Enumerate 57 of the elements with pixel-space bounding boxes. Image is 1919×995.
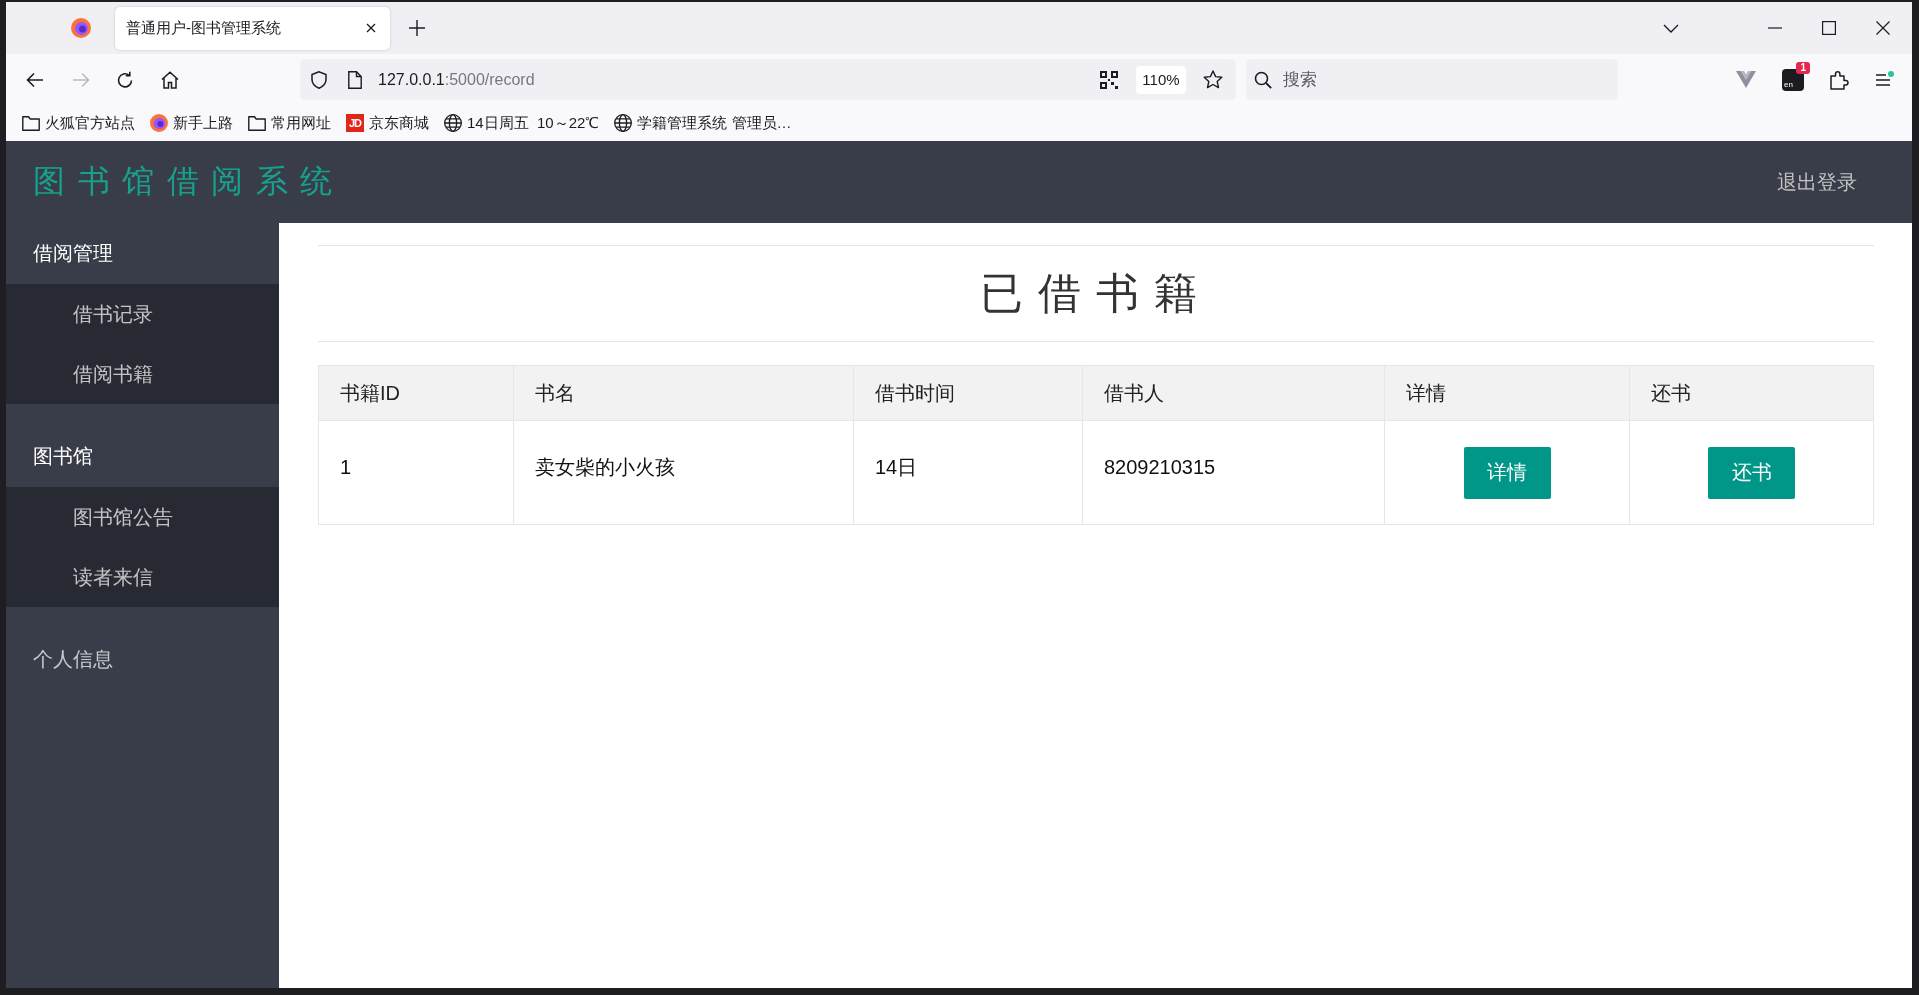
notification-badge: 1 xyxy=(1796,61,1810,74)
bookmark-item[interactable]: 学籍管理系统 管理员… xyxy=(614,113,792,133)
table-cell: 14日 xyxy=(853,420,1083,525)
column-header: 书籍ID xyxy=(318,365,514,421)
bookmark-item[interactable]: 火狐官方站点 xyxy=(22,113,135,133)
nav-item[interactable]: 图书馆 xyxy=(6,426,279,487)
column-header: 详情 xyxy=(1384,365,1630,421)
close-icon[interactable] xyxy=(1876,21,1890,35)
chevron-down-icon[interactable] xyxy=(1663,23,1679,33)
table-cell: 8209210315 xyxy=(1082,420,1385,525)
menu-icon[interactable] xyxy=(1874,71,1894,88)
nav-subitem[interactable]: 借书记录 xyxy=(6,284,279,344)
folder-icon xyxy=(248,115,266,131)
bookmark-item[interactable]: 新手上路 xyxy=(150,113,233,133)
globe-icon xyxy=(444,114,462,132)
search-field[interactable]: 搜索 xyxy=(1246,59,1618,100)
maximize-icon[interactable] xyxy=(1822,21,1836,35)
bookmark-item[interactable]: 14日周五 10～22℃ xyxy=(444,113,600,133)
column-header: 借书时间 xyxy=(853,365,1083,421)
app-title: 图书馆借阅系统 xyxy=(33,162,345,201)
folder-icon xyxy=(22,115,40,131)
address-bar[interactable]: 127.0.0.1:5000/record 110% xyxy=(300,59,1236,100)
nav-item[interactable]: 借阅管理 xyxy=(6,223,279,284)
table-cell: 1 xyxy=(318,420,514,525)
browser-tab[interactable]: 普通用户-图书管理系统 xyxy=(115,6,390,50)
star-icon[interactable] xyxy=(1203,70,1223,89)
column-header: 书名 xyxy=(513,365,854,421)
column-header: 还书 xyxy=(1629,365,1874,421)
browser-logo-icon xyxy=(150,114,168,132)
page-title: 已借书籍 xyxy=(980,267,1212,319)
home-icon[interactable] xyxy=(161,70,179,89)
bookmark-item[interactable]: 常用网址 xyxy=(248,113,331,133)
nav-item[interactable]: 个人信息 xyxy=(6,629,279,690)
qr-code-icon[interactable] xyxy=(1100,70,1118,89)
table-cell: 卖女柴的小火孩 xyxy=(513,420,854,525)
back-arrow-icon[interactable] xyxy=(26,71,44,88)
search-icon xyxy=(1254,70,1272,89)
page-icon xyxy=(348,70,362,89)
browser-logo-icon[interactable] xyxy=(71,18,91,38)
letter-logo: JD xyxy=(346,114,364,132)
zoom-level-button[interactable]: 110% xyxy=(1136,65,1186,94)
close-icon[interactable] xyxy=(366,23,376,33)
nav-subitem[interactable]: 图书馆公告 xyxy=(6,487,279,547)
new-tab-icon[interactable] xyxy=(409,20,425,36)
url-text: 127.0.0.1:5000/record xyxy=(378,70,535,89)
puzzle-icon[interactable] xyxy=(1829,69,1849,90)
globe-icon xyxy=(614,114,633,132)
bookmark-item[interactable]: JD 京东商城 xyxy=(346,113,429,133)
v-logo-icon[interactable] xyxy=(1736,71,1756,88)
shield-icon[interactable] xyxy=(311,70,327,89)
reload-icon[interactable] xyxy=(116,70,134,89)
nav-subitem[interactable]: 借阅书籍 xyxy=(6,344,279,404)
column-header: 借书人 xyxy=(1082,365,1385,421)
action-button[interactable]: 详情 xyxy=(1463,446,1551,499)
action-button[interactable]: 还书 xyxy=(1708,446,1795,499)
nav-subitem[interactable]: 读者来信 xyxy=(6,547,279,607)
logout-link[interactable]: 退出登录 xyxy=(1777,168,1857,196)
